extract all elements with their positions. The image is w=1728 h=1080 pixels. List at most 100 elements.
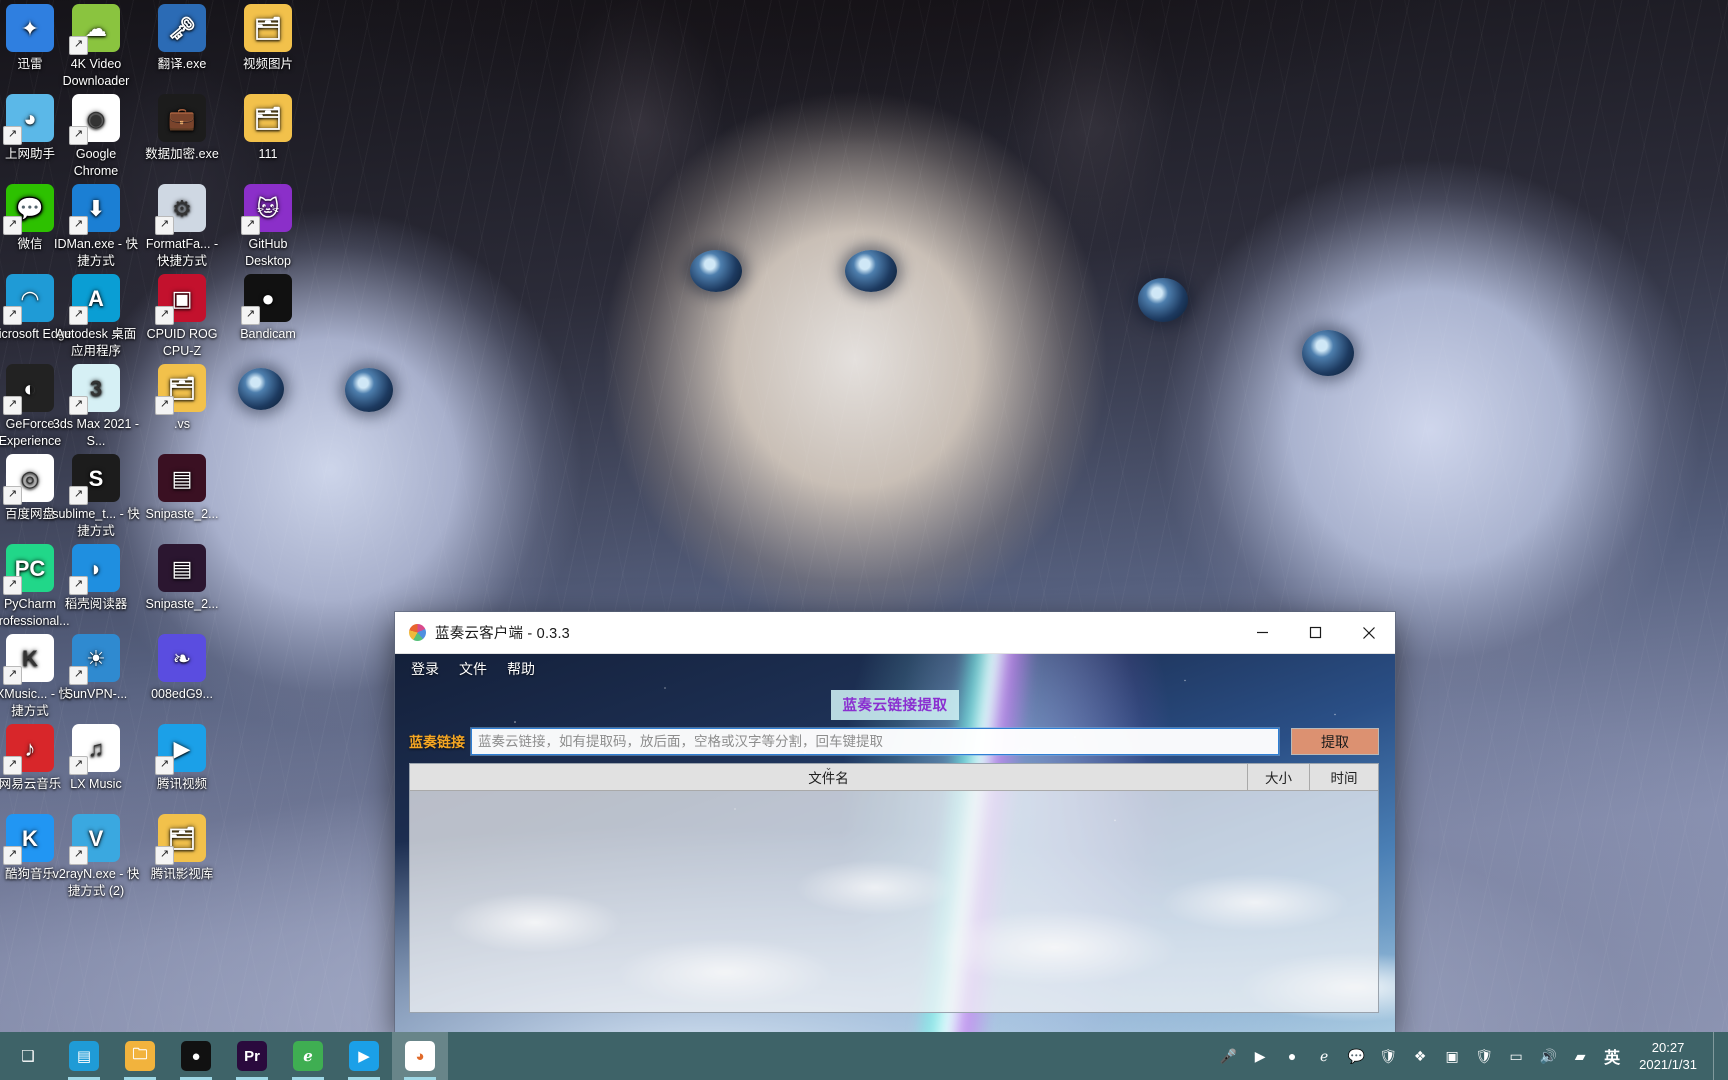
- task-view-button[interactable]: ❑: [0, 1032, 56, 1080]
- sort-caret-icon: ⌄: [824, 762, 833, 772]
- desktop-icon-3[interactable]: 🗂 视频图片: [224, 4, 312, 73]
- window-menu-bar: 登录 文件 帮助: [395, 654, 1395, 684]
- tray-recorder[interactable]: ●: [1277, 1032, 1307, 1080]
- desktop-icon-24[interactable]: ▤ Snipaste_2...: [138, 544, 226, 613]
- column-filename[interactable]: ⌄ 文件名: [410, 762, 1248, 791]
- tray-security-shield[interactable]: 🛡: [1373, 1032, 1403, 1080]
- column-size[interactable]: 大小: [1248, 764, 1310, 791]
- minimize-button[interactable]: [1236, 612, 1289, 653]
- taskbar-file-explorer[interactable]: 🗀: [112, 1032, 168, 1080]
- vs-folder-icon: 🗂: [155, 364, 206, 415]
- show-desktop-button[interactable]: [1713, 1032, 1720, 1080]
- lanzou-client-window[interactable]: 蓝奏云客户端 - 0.3.3 登录 文件 帮助 蓝奏云链接提取 蓝奏链接 蓝奏云…: [395, 612, 1395, 1032]
- desktop-icon-32[interactable]: Vv2rayN.exe - 快捷方式 (2): [52, 814, 140, 900]
- file-list-body[interactable]: [410, 791, 1378, 1012]
- lx-music-shortcut-icon: K: [3, 634, 54, 685]
- desktop-icon-label: Google Chrome: [73, 147, 119, 178]
- google-chrome-icon: ◉: [69, 94, 120, 145]
- link-input-row: 蓝奏链接 提取: [409, 727, 1379, 756]
- close-icon: [1362, 626, 1375, 639]
- column-size-label: 大小: [1265, 771, 1292, 786]
- column-time-label: 时间: [1330, 771, 1358, 786]
- snipaste-image-2-icon: ▤: [158, 544, 206, 592]
- desktop-icon-15[interactable]: ● Bandicam: [224, 274, 312, 343]
- desktop-icon-21[interactable]: ▤ Snipaste_2...: [138, 454, 226, 523]
- desktop-icon-1[interactable]: ☁4K Video Downloader: [52, 4, 140, 90]
- file-list-table[interactable]: ⌄ 文件名 大小 时间: [409, 763, 1379, 1013]
- tray-wechat[interactable]: 💬: [1341, 1032, 1371, 1080]
- desktop-icon-10[interactable]: ⚙FormatFa... - 快捷方式: [138, 184, 226, 270]
- internet-assistant-icon: ◕: [3, 94, 54, 145]
- desktop-icon-label: 腾讯视频: [156, 777, 207, 791]
- 4k-video-downloader-icon: ☁: [69, 4, 120, 55]
- lanzou-cloud-logo-icon: ◕: [405, 1041, 435, 1071]
- taskbar-premiere-pro[interactable]: Pr: [224, 1032, 280, 1080]
- sublime-text-icon: S: [69, 454, 120, 505]
- premiere-pro-icon: Pr: [237, 1041, 267, 1071]
- desktop-icon-18[interactable]: 🗂 .vs: [138, 364, 226, 433]
- tray-tencent-video[interactable]: ▶: [1245, 1032, 1275, 1080]
- taskbar-edge[interactable]: ℯ: [280, 1032, 336, 1080]
- desktop-icon-30[interactable]: ▶ 腾讯视频: [138, 724, 226, 793]
- cpuz-icon: ▣: [155, 274, 206, 325]
- menu-help[interactable]: 帮助: [505, 658, 537, 680]
- tray-network[interactable]: ▰: [1565, 1032, 1595, 1080]
- desktop-icon-33[interactable]: 🗂 腾讯影视库: [138, 814, 226, 883]
- link-input[interactable]: [470, 727, 1280, 756]
- tencent-video-icon: ▶: [1254, 1047, 1266, 1064]
- desktop-icon-label: v2rayN.exe - 快捷方式 (2): [52, 867, 140, 898]
- taskbar-contact-card[interactable]: ▤: [56, 1032, 112, 1080]
- desktop-icon-23[interactable]: ◗ 稻壳阅读器: [52, 544, 140, 613]
- taskbar-tencent-video[interactable]: ▶: [336, 1032, 392, 1080]
- window-title-bar[interactable]: 蓝奏云客户端 - 0.3.3: [395, 612, 1395, 654]
- microsoft-edge-icon: ◠: [3, 274, 54, 325]
- desktop-icon-6[interactable]: 💼 数据加密.exe: [138, 94, 226, 163]
- column-time[interactable]: 时间: [1310, 764, 1378, 791]
- desktop-icon-label: sublime_t... - 快捷方式: [52, 507, 140, 538]
- desktop-icon-13[interactable]: AAutodesk 桌面应用程序: [52, 274, 140, 360]
- ime-indicator[interactable]: 英: [1597, 1032, 1627, 1080]
- desktop-icon-label: 008edG9...: [151, 687, 213, 701]
- tencent-video-icon: ▶: [155, 724, 206, 775]
- daoke-reader-icon: ◗: [69, 544, 120, 595]
- tray-huorong[interactable]: 🛡: [1469, 1032, 1499, 1080]
- banner-title: 蓝奏云链接提取: [831, 690, 959, 720]
- desktop-icon-11[interactable]: 🐱GitHub Desktop: [224, 184, 312, 270]
- taskbar-clock[interactable]: 20:27 2021/1/31: [1629, 1039, 1711, 1073]
- tray-microphone[interactable]: 🎤: [1213, 1032, 1243, 1080]
- tray-window[interactable]: ▣: [1437, 1032, 1467, 1080]
- taskbar-lanzou-client[interactable]: ◕: [392, 1032, 448, 1080]
- desktop-icon-5[interactable]: ◉Google Chrome: [52, 94, 140, 180]
- desktop-icon-17[interactable]: 33ds Max 2021 - S...: [52, 364, 140, 450]
- desktop-icon-label: GitHub Desktop: [245, 237, 291, 268]
- taskbar-bandicam[interactable]: ●: [168, 1032, 224, 1080]
- taskbar-items: ❑ ▤ 🗀 ● Pr ℯ ▶ ◕: [0, 1032, 448, 1080]
- desktop-icon-2[interactable]: 🗝 翻译.exe: [138, 4, 226, 73]
- tray-edge[interactable]: ℯ: [1309, 1032, 1339, 1080]
- window-body: 登录 文件 帮助 蓝奏云链接提取 蓝奏链接 提取 ⌄ 文件名 大小: [395, 654, 1395, 1032]
- edge-icon: ℯ: [1320, 1047, 1329, 1064]
- desktop-icon-14[interactable]: ▣CPUID ROG CPU-Z: [138, 274, 226, 360]
- desktop-icon-27[interactable]: ❧ 008edG9...: [138, 634, 226, 703]
- desktop-icon-29[interactable]: ♫ LX Music: [52, 724, 140, 793]
- tray-battery[interactable]: ▭: [1501, 1032, 1531, 1080]
- maximize-button[interactable]: [1289, 612, 1342, 653]
- desktop-icon-26[interactable]: ☀ SunVPN-...: [52, 634, 140, 703]
- desktop-icon-20[interactable]: Ssublime_t... - 快捷方式: [52, 454, 140, 540]
- close-button[interactable]: [1342, 612, 1395, 653]
- menu-file[interactable]: 文件: [457, 658, 489, 680]
- tray-windows-flag[interactable]: ❖: [1405, 1032, 1435, 1080]
- taskbar[interactable]: ❑ ▤ 🗀 ● Pr ℯ ▶ ◕ 🎤 ▶ ● ℯ 💬 🛡 ❖ ▣ 🛡 ▭ 🔊 ▰ 英 20:27 2021/1/31: [0, 1032, 1728, 1080]
- desktop-icon-9[interactable]: ⬇IDMan.exe - 快捷方式: [52, 184, 140, 270]
- tray-volume[interactable]: 🔊: [1533, 1032, 1563, 1080]
- desktop-icon-label: SunVPN-...: [64, 687, 128, 701]
- desktop-icon-label: Snipaste_2...: [145, 597, 219, 611]
- desktop[interactable]: ✦迅雷☁4K Video Downloader🗝翻译.exe🗂视频图片◕上网助手…: [0, 0, 1728, 1080]
- shield-check-icon: 🛡: [1379, 1047, 1398, 1064]
- desktop-icon-7[interactable]: 🗂 111: [224, 94, 312, 163]
- wechat-icon: 💬: [1347, 1047, 1365, 1064]
- record-icon: ●: [1287, 1048, 1297, 1064]
- desktop-icon-label: 翻译.exe: [157, 57, 207, 71]
- extract-button[interactable]: 提取: [1291, 728, 1379, 755]
- menu-login[interactable]: 登录: [409, 658, 441, 680]
